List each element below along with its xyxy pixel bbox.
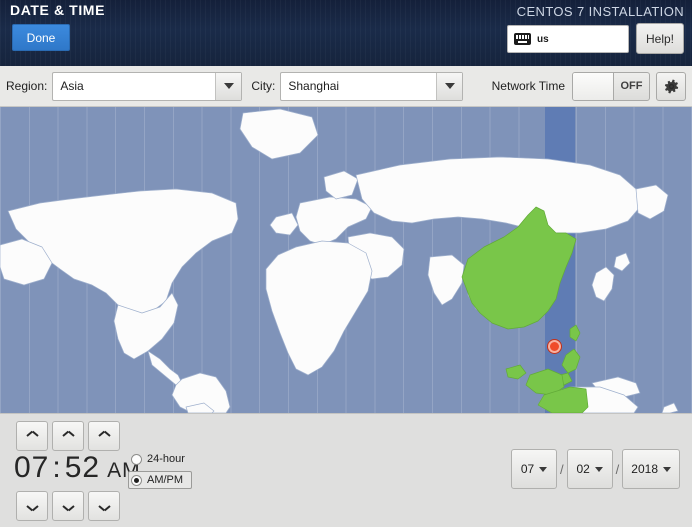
year-dropdown[interactable]: 2018 [622, 449, 680, 489]
ampm-decrement-button[interactable] [88, 491, 120, 521]
datetime-controls-panel: 07 : 52 AM 24-hour AM/PM 07 / 02 / 2018 [0, 413, 692, 527]
timezone-map[interactable] [0, 107, 692, 413]
time-display: 07 : 52 AM [14, 451, 141, 485]
minute-value[interactable]: 52 [65, 451, 100, 485]
chevron-down-icon [99, 503, 110, 510]
chevron-down-icon [444, 83, 455, 89]
city-label: City: [251, 79, 276, 93]
day-dropdown[interactable]: 02 [566, 449, 613, 489]
chevron-up-icon [27, 433, 38, 440]
date-selector-group: 07 / 02 / 2018 [511, 449, 680, 489]
toggle-knob [573, 72, 614, 100]
radio-24-hour[interactable]: 24-hour [128, 450, 192, 468]
page-title: DATE & TIME [10, 2, 106, 18]
minute-decrement-button[interactable] [52, 491, 84, 521]
minute-increment-button[interactable] [52, 421, 84, 451]
hour-decrement-button[interactable] [16, 491, 48, 521]
chevron-down-icon [63, 503, 74, 510]
network-time-label: Network Time [491, 79, 565, 93]
radio-am-pm-label: AM/PM [147, 474, 184, 486]
network-time-toggle[interactable]: OFF [572, 71, 650, 101]
installer-title: CENTOS 7 INSTALLATION [516, 4, 684, 19]
ampm-increment-button[interactable] [88, 421, 120, 451]
radio-icon [131, 453, 142, 465]
radio-icon-selected [131, 474, 142, 486]
installer-header: DATE & TIME CENTOS 7 INSTALLATION Done u… [0, 0, 692, 66]
region-label: Region: [6, 79, 48, 93]
chevron-up-icon [99, 433, 110, 440]
radio-24-hour-label: 24-hour [147, 453, 185, 465]
hour-value[interactable]: 07 [14, 451, 49, 485]
world-map-landmasses [0, 108, 679, 413]
date-time-screen: DATE & TIME CENTOS 7 INSTALLATION Done u… [0, 0, 692, 527]
region-dropdown-arrow[interactable] [215, 72, 242, 100]
date-separator: / [615, 461, 620, 477]
year-value: 2018 [631, 462, 658, 476]
help-button-label: Help! [645, 31, 674, 46]
network-time-settings-button[interactable] [656, 71, 686, 101]
day-value: 02 [576, 462, 590, 476]
chevron-down-icon [539, 466, 548, 472]
keyboard-layout-label: us [537, 33, 549, 45]
time-format-radio-group: 24-hour AM/PM [128, 450, 192, 489]
done-button-label: Done [26, 30, 56, 45]
help-button[interactable]: Help! [636, 23, 684, 54]
radio-am-pm[interactable]: AM/PM [128, 471, 192, 489]
region-dropdown[interactable]: Asia [52, 71, 243, 101]
done-button[interactable]: Done [12, 24, 70, 51]
highlighted-timezone-regions [461, 206, 589, 413]
chevron-down-icon [594, 466, 603, 472]
keyboard-layout-indicator[interactable]: us [507, 25, 629, 53]
chevron-down-icon [27, 503, 38, 510]
chevron-down-icon [223, 83, 234, 89]
gear-icon [664, 78, 678, 94]
keyboard-icon [514, 33, 531, 45]
hour-increment-button[interactable] [16, 421, 48, 451]
radio-inner-dot [134, 477, 139, 483]
time-separator: : [52, 451, 62, 484]
city-value: Shanghai [288, 79, 340, 93]
selected-city-marker [548, 340, 561, 353]
month-dropdown[interactable]: 07 [511, 449, 558, 489]
city-dropdown[interactable]: Shanghai [280, 71, 464, 101]
date-separator: / [560, 461, 564, 477]
city-dropdown-arrow[interactable] [436, 72, 463, 100]
chevron-up-icon [63, 433, 74, 440]
location-selector-bar: Region: Asia City: Shanghai Network Time… [0, 66, 692, 107]
chevron-down-icon [663, 466, 671, 472]
region-value: Asia [60, 79, 84, 93]
month-value: 07 [520, 462, 535, 476]
network-time-state: OFF [620, 80, 643, 92]
